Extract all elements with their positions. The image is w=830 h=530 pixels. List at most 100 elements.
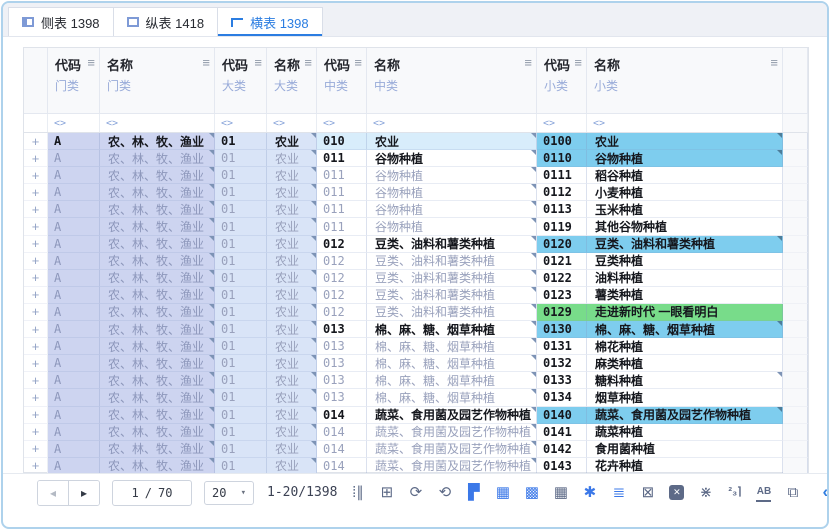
table-cell[interactable]: 蔬菜、食用菌及园艺作物种植 xyxy=(587,406,783,424)
table-cell[interactable]: 01 xyxy=(215,252,267,270)
table-cell[interactable]: 农业 xyxy=(267,303,317,322)
table-cell[interactable]: A xyxy=(48,235,100,253)
expand-row-button[interactable]: + xyxy=(24,201,48,219)
dotted-cross-icon[interactable]: ⋇ xyxy=(698,485,713,500)
table-cell[interactable]: 0112 xyxy=(537,184,587,202)
table-cell[interactable]: A xyxy=(48,269,100,287)
table-cell[interactable]: 01 xyxy=(215,423,267,441)
expand-row-button[interactable]: + xyxy=(24,423,48,441)
table-cell[interactable]: 糖料种植 xyxy=(587,372,783,390)
table-cell[interactable]: 01 xyxy=(215,440,267,458)
table-cell[interactable]: 谷物种植 xyxy=(367,201,537,219)
table-cell[interactable]: 01 xyxy=(215,406,267,424)
filter-cell[interactable]: <> xyxy=(367,114,537,132)
table-cell[interactable]: 农业 xyxy=(267,252,317,270)
column-header-名称-门类[interactable]: 名称 ≡ 门类 xyxy=(100,48,215,113)
table-cell[interactable]: 农业 xyxy=(367,133,537,151)
expand-row-button[interactable]: + xyxy=(24,355,48,373)
table-cell[interactable]: 0123 xyxy=(537,286,587,304)
edge-chevron-icon[interactable]: « xyxy=(823,482,827,502)
table-cell[interactable]: 农业 xyxy=(267,355,317,373)
expand-row-button[interactable]: + xyxy=(24,372,48,390)
table-cell[interactable]: 01 xyxy=(215,321,267,339)
table-cell[interactable]: 01 xyxy=(215,338,267,356)
column-header-代码-中类[interactable]: 代码 ≡ 中类 xyxy=(317,48,367,113)
table-cell[interactable]: 谷物种植 xyxy=(367,167,537,185)
table-cell[interactable]: A xyxy=(48,321,100,339)
table-cell[interactable]: 01 xyxy=(215,372,267,390)
table-cell[interactable]: A xyxy=(48,252,100,270)
table-cell[interactable]: 010 xyxy=(317,133,367,151)
table-cell[interactable]: 0119 xyxy=(537,218,587,236)
table-cell[interactable]: 013 xyxy=(317,338,367,356)
table-cell[interactable]: 011 xyxy=(317,218,367,236)
table-cell[interactable]: 01 xyxy=(215,150,267,168)
table-cell[interactable]: 0120 xyxy=(537,235,587,253)
table-cell[interactable]: 农业 xyxy=(267,321,317,339)
table-cell[interactable]: 农、林、牧、渔业 xyxy=(100,372,215,390)
table-cell[interactable]: A xyxy=(48,218,100,236)
table-cell[interactable]: 农业 xyxy=(267,269,317,287)
table-cell[interactable]: 蔬菜、食用菌及园艺作物种植 xyxy=(367,440,537,458)
table-cell[interactable]: 稻谷种植 xyxy=(587,167,783,185)
table-cell[interactable]: 豆类、油料和薯类种植 xyxy=(367,269,537,287)
table-cell[interactable]: 棉、麻、糖、烟草种植 xyxy=(587,321,783,339)
expand-row-button[interactable]: + xyxy=(24,252,48,270)
table-cell[interactable]: 农、林、牧、渔业 xyxy=(100,355,215,373)
table-cell[interactable]: 烟草种植 xyxy=(587,389,783,407)
expand-row-button[interactable]: + xyxy=(24,286,48,304)
table-cell[interactable]: 农、林、牧、渔业 xyxy=(100,440,215,458)
filter-cell[interactable]: <> xyxy=(267,114,317,132)
table-cell[interactable]: 油料种植 xyxy=(587,269,783,287)
expand-row-button[interactable]: + xyxy=(24,303,48,322)
page-number-box[interactable]: 1 / 70 xyxy=(112,479,192,506)
table-cell[interactable]: 农业 xyxy=(267,406,317,424)
expand-row-button[interactable]: + xyxy=(24,150,48,168)
table-cell[interactable]: 01 xyxy=(215,286,267,304)
table-cell[interactable]: 0141 xyxy=(537,423,587,441)
table-cell[interactable]: A xyxy=(48,406,100,424)
table-cell[interactable]: 012 xyxy=(317,235,367,253)
table-cell[interactable]: 农业 xyxy=(587,133,783,151)
table-cell[interactable]: 011 xyxy=(317,150,367,168)
table-cell[interactable]: 农业 xyxy=(267,372,317,390)
column-header-名称-小类[interactable]: 名称 ≡ 小类 xyxy=(587,48,783,113)
table-cell[interactable]: 玉米种植 xyxy=(587,201,783,219)
expand-row-button[interactable]: + xyxy=(24,406,48,424)
table-cell[interactable]: 农业 xyxy=(267,167,317,185)
table-cell[interactable]: 农、林、牧、渔业 xyxy=(100,201,215,219)
table-cell[interactable]: 0129 xyxy=(537,303,587,322)
table-cell[interactable]: 011 xyxy=(317,184,367,202)
excel-export-icon[interactable]: ⊠ xyxy=(640,485,655,500)
table-cell[interactable]: 农业 xyxy=(267,184,317,202)
column-menu-icon[interactable]: ≡ xyxy=(524,55,532,70)
table-cell[interactable]: 农、林、牧、渔业 xyxy=(100,269,215,287)
table-cell[interactable]: 豆类、油料和薯类种植 xyxy=(367,252,537,270)
tab-横表[interactable]: 横表 1398 xyxy=(217,7,323,36)
table-cell[interactable]: 0134 xyxy=(537,389,587,407)
table-cell[interactable]: A xyxy=(48,440,100,458)
table-cell[interactable]: 013 xyxy=(317,321,367,339)
tab-纵表[interactable]: 纵表 1418 xyxy=(112,7,219,36)
table-cell[interactable]: 豆类、油料和薯类种植 xyxy=(587,235,783,253)
table-cell[interactable]: 农业 xyxy=(267,133,317,151)
filter-cell[interactable]: <> xyxy=(317,114,367,132)
table-cell[interactable]: 豆类种植 xyxy=(587,252,783,270)
table-cell[interactable]: 0113 xyxy=(537,201,587,219)
page-size-select[interactable]: 20 ▾ xyxy=(204,480,254,505)
table-cell[interactable]: 01 xyxy=(215,167,267,185)
expand-row-button[interactable]: + xyxy=(24,218,48,236)
table-cell[interactable]: 农、林、牧、渔业 xyxy=(100,321,215,339)
table-cell[interactable]: A xyxy=(48,167,100,185)
table-cell[interactable]: 农业 xyxy=(267,150,317,168)
table-cell[interactable]: 01 xyxy=(215,269,267,287)
column-header-代码-门类[interactable]: 代码 ≡ 门类 xyxy=(48,48,100,113)
table-cell[interactable]: 农业 xyxy=(267,286,317,304)
column-header-名称-大类[interactable]: 名称 ≡ 大类 xyxy=(267,48,317,113)
add-table-icon[interactable]: ⊞ xyxy=(379,485,394,500)
table-cell[interactable]: 谷物种植 xyxy=(367,218,537,236)
expand-row-button[interactable]: + xyxy=(24,235,48,253)
table-cell[interactable]: 011 xyxy=(317,167,367,185)
table-cell[interactable]: A xyxy=(48,423,100,441)
table-cell[interactable]: 01 xyxy=(215,184,267,202)
